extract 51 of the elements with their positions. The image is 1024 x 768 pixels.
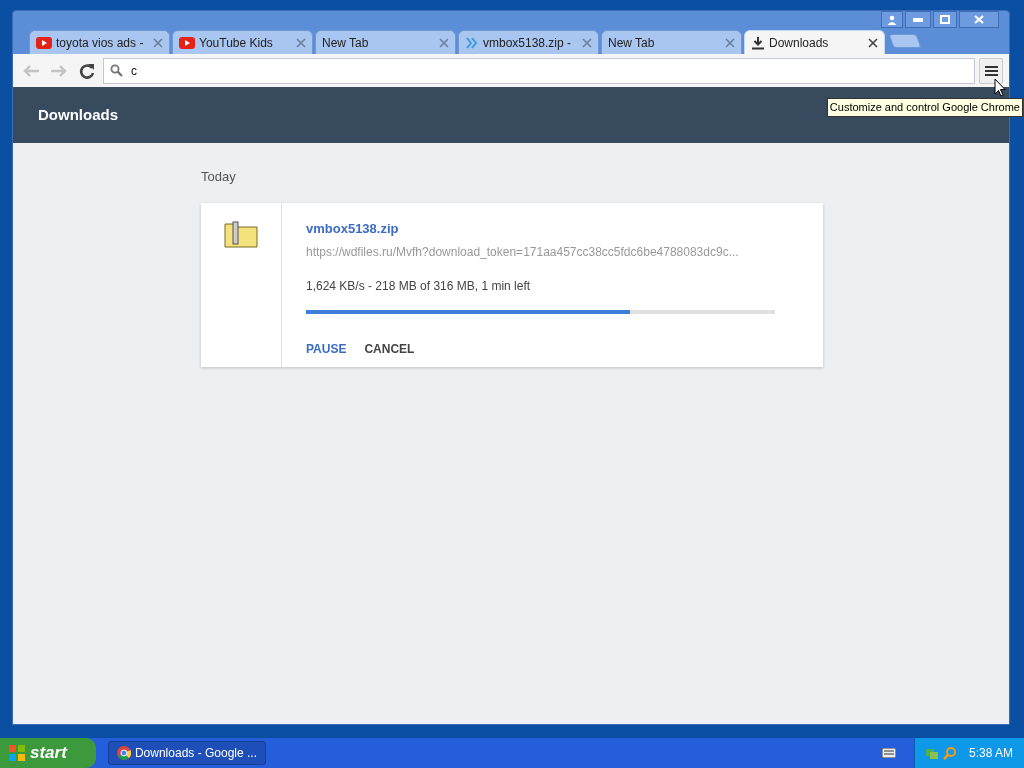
download-status: 1,624 KB/s - 218 MB of 316 MB, 1 min left	[306, 278, 531, 295]
network-icon	[925, 746, 939, 760]
clock: 5:38 AM	[969, 745, 1014, 762]
tab-title: toyota vios ads -	[56, 34, 145, 52]
maximize-icon	[940, 15, 950, 24]
search-icon	[110, 64, 123, 77]
browser-tab[interactable]: New Tab	[315, 30, 456, 54]
menu-icon	[984, 64, 998, 77]
action-link[interactable]: CANCEL	[364, 340, 415, 358]
search-icon	[943, 746, 957, 760]
minimize-button[interactable]	[905, 11, 931, 28]
start-button[interactable]: start	[0, 738, 96, 768]
address-text: c	[131, 62, 137, 80]
new-tab-button[interactable]	[888, 34, 922, 48]
address-field[interactable]: c	[103, 57, 975, 84]
download-icon	[751, 35, 765, 50]
minimize-icon	[913, 17, 923, 22]
download-url: https://wdfiles.ru/Mvfh?download_token=171aa457cc38cc5fdc6be4788083dc9c...	[306, 244, 739, 261]
section-heading: Today	[201, 168, 237, 186]
close-icon	[974, 15, 984, 24]
tab-title: Downloads	[769, 34, 830, 52]
maximize-button[interactable]	[933, 11, 957, 28]
menu-button[interactable]	[979, 57, 1003, 84]
zip-folder-icon	[224, 219, 258, 248]
reload-icon[interactable]	[78, 61, 96, 80]
browser-tab[interactable]: YouTube Kids	[172, 30, 313, 54]
page-title: Downloads	[38, 104, 118, 125]
tab-title: YouTube Kids	[199, 34, 274, 52]
taskbar-button[interactable]: Downloads - Google ...	[108, 741, 266, 765]
profile-button[interactable]	[881, 11, 903, 28]
browser-tab[interactable]: Downloads	[744, 30, 885, 54]
video-play-icon	[179, 36, 195, 49]
tooltip: Customize and control Google Chrome	[826, 98, 1023, 117]
close-icon[interactable]	[868, 37, 878, 48]
file-name-link[interactable]: vmbox5138.zip	[306, 218, 399, 238]
browser-tab[interactable]: New Tab	[601, 30, 742, 54]
tab-title: New Tab	[322, 34, 370, 52]
close-button[interactable]	[959, 11, 999, 28]
keyboard-icon	[882, 748, 896, 758]
back-arrow-icon[interactable]	[22, 63, 40, 78]
tab-title: vmbox5138.zip -	[483, 34, 573, 52]
browser-tab[interactable]: vmbox5138.zip -	[458, 30, 599, 54]
tab-title: New Tab	[608, 34, 656, 52]
browser-tab[interactable]: toyota vios ads -	[29, 30, 170, 54]
windows-flag-icon	[8, 744, 26, 762]
browser-logo-icon	[117, 746, 131, 760]
action-link[interactable]: PAUSE	[306, 340, 347, 358]
double-chevron-icon	[465, 35, 479, 50]
person-icon	[887, 14, 897, 25]
video-play-icon	[36, 36, 52, 49]
forward-arrow-icon[interactable]	[50, 63, 68, 78]
